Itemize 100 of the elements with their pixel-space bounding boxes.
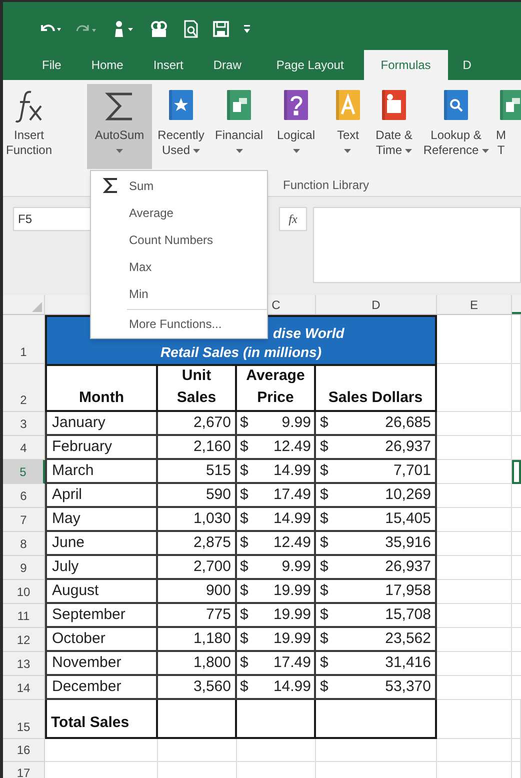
currency-symbol: $ bbox=[240, 676, 248, 697]
grid-cell[interactable] bbox=[437, 532, 512, 556]
grid-cell[interactable] bbox=[437, 508, 512, 532]
table-cell: January bbox=[45, 412, 158, 436]
grid-cell[interactable] bbox=[437, 315, 512, 364]
ribbon-tab[interactable]: Formulas bbox=[364, 50, 448, 80]
sales-value: 15,405 bbox=[385, 508, 431, 529]
ribbon-button[interactable]: Logical bbox=[268, 84, 324, 169]
menu-item[interactable]: Sum bbox=[91, 172, 267, 199]
row-header[interactable]: 4 bbox=[3, 436, 45, 460]
grid-cell[interactable] bbox=[512, 739, 521, 762]
row-header[interactable]: 8 bbox=[3, 532, 45, 556]
column-header[interactable]: E bbox=[437, 295, 512, 314]
grid-cell[interactable] bbox=[437, 556, 512, 580]
ribbon-tab[interactable]: File bbox=[27, 50, 76, 80]
currency-symbol: $ bbox=[320, 580, 328, 601]
group-label: Function Library bbox=[283, 177, 370, 194]
ribbon-button[interactable]: Recently Used bbox=[152, 84, 210, 169]
grid-cell[interactable] bbox=[316, 739, 437, 762]
grid-cell[interactable] bbox=[437, 580, 512, 604]
ribbon-tab[interactable]: Insert bbox=[138, 50, 198, 80]
table-cell: July bbox=[45, 556, 158, 580]
row-header[interactable]: 3 bbox=[3, 412, 45, 436]
table-cell: June bbox=[45, 532, 158, 556]
column-header[interactable]: D bbox=[316, 295, 437, 314]
sales-value: 23,562 bbox=[385, 628, 431, 649]
table-cell: August bbox=[45, 580, 158, 604]
grid-cell[interactable] bbox=[437, 436, 512, 460]
grid-cell[interactable] bbox=[437, 676, 512, 700]
grid-cell[interactable] bbox=[45, 739, 158, 762]
selected-cell[interactable] bbox=[512, 460, 521, 484]
ribbon-button[interactable]: AutoSum bbox=[87, 84, 152, 169]
row-header[interactable]: 5 bbox=[3, 460, 45, 484]
camera-icon[interactable] bbox=[149, 20, 169, 38]
ribbon-button[interactable]: Financial bbox=[210, 84, 268, 169]
grid-cell[interactable] bbox=[437, 460, 512, 484]
table-cell: 1,180 bbox=[158, 628, 237, 652]
ribbon-button[interactable]: Insert Function bbox=[3, 84, 55, 169]
row-header[interactable]: 1 bbox=[3, 315, 45, 364]
grid-cell[interactable] bbox=[437, 412, 512, 436]
currency-symbol: $ bbox=[240, 604, 248, 625]
grid-cell[interactable] bbox=[237, 739, 316, 762]
grid-cell[interactable] bbox=[437, 739, 512, 762]
price-value: 19.99 bbox=[273, 628, 311, 649]
price-value: 14.99 bbox=[273, 676, 311, 697]
fx-symbol[interactable]: fx bbox=[279, 207, 307, 231]
currency-symbol: $ bbox=[320, 676, 328, 697]
row-header[interactable]: 11 bbox=[3, 604, 45, 628]
ribbon-button[interactable]: Date & Time bbox=[372, 84, 416, 169]
table-cell: 515 bbox=[158, 460, 237, 484]
grid-cell[interactable] bbox=[512, 364, 521, 412]
grid-cell[interactable] bbox=[437, 604, 512, 628]
price-value: 9.99 bbox=[282, 556, 311, 577]
ribbon-button[interactable]: Lookup & Reference bbox=[418, 84, 494, 169]
row-header[interactable]: 14 bbox=[3, 676, 45, 700]
ribbon-tab[interactable]: Home bbox=[76, 50, 138, 80]
ribbon-tab[interactable]: Draw bbox=[198, 50, 256, 80]
row-header[interactable]: 6 bbox=[3, 484, 45, 508]
currency-symbol: $ bbox=[320, 628, 328, 649]
currency-symbol: $ bbox=[240, 628, 248, 649]
row-header[interactable]: 16 bbox=[3, 739, 45, 762]
menu-item[interactable]: Max bbox=[91, 253, 267, 280]
row-header[interactable]: 10 bbox=[3, 580, 45, 604]
currency-symbol: $ bbox=[320, 532, 328, 553]
select-all-icon[interactable] bbox=[32, 302, 42, 312]
grid-cell[interactable] bbox=[437, 652, 512, 676]
grid-cell[interactable] bbox=[437, 700, 512, 739]
row-header[interactable]: 7 bbox=[3, 508, 45, 532]
grid-cell[interactable] bbox=[437, 628, 512, 652]
row-header[interactable]: 2 bbox=[3, 364, 45, 412]
row-header[interactable]: 12 bbox=[3, 628, 45, 652]
table-cell: November bbox=[45, 652, 158, 676]
print-preview-icon[interactable] bbox=[183, 20, 199, 38]
grid-cell[interactable] bbox=[512, 315, 521, 364]
row-header[interactable]: 13 bbox=[3, 652, 45, 676]
formula-input[interactable] bbox=[313, 207, 521, 283]
ribbon-button[interactable]: M T bbox=[496, 84, 518, 169]
row-header[interactable]: 15 bbox=[3, 700, 45, 739]
sales-value: 7,701 bbox=[393, 460, 431, 481]
customize-icon[interactable] bbox=[243, 24, 251, 34]
row-header[interactable]: 17 bbox=[3, 762, 45, 778]
table-cell: February bbox=[45, 436, 158, 460]
price-value: 17.49 bbox=[273, 484, 311, 505]
currency-symbol: $ bbox=[240, 580, 248, 601]
grid-cell[interactable] bbox=[158, 739, 237, 762]
grid-cell[interactable] bbox=[437, 364, 512, 412]
table-cell: 900 bbox=[158, 580, 237, 604]
column-heading: Unit Sales bbox=[158, 364, 237, 412]
ribbon-tab[interactable]: Page Layout bbox=[256, 50, 364, 80]
ribbon-button[interactable]: Text bbox=[328, 84, 368, 169]
sales-value: 53,370 bbox=[385, 676, 431, 697]
ribbon-tab[interactable]: D bbox=[448, 50, 486, 80]
row-header[interactable]: 9 bbox=[3, 556, 45, 580]
grid-cell[interactable] bbox=[512, 700, 521, 739]
currency-symbol: $ bbox=[320, 460, 328, 481]
grid-cell[interactable] bbox=[437, 484, 512, 508]
currency-symbol: $ bbox=[320, 508, 328, 529]
save-icon[interactable] bbox=[213, 21, 229, 37]
table-cell: 2,875 bbox=[158, 532, 237, 556]
price-value: 19.99 bbox=[273, 604, 311, 625]
